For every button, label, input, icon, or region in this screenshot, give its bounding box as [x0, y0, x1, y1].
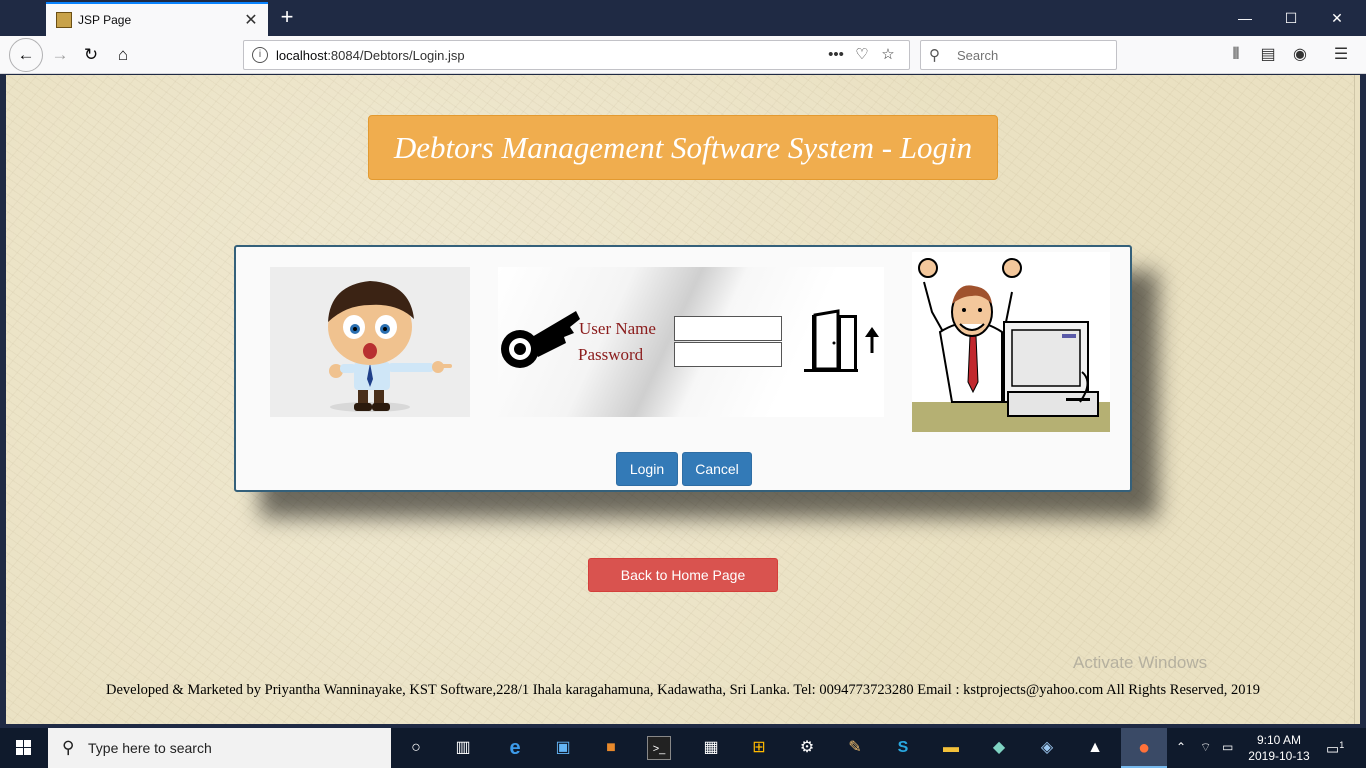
browser-titlebar: JSP Page ✕ + — ☐ ✕ — [0, 0, 1366, 36]
calculator-icon[interactable]: ▦ — [699, 736, 723, 760]
back-arrow-icon[interactable]: ← — [9, 38, 43, 72]
url-text[interactable]: localhost:8084/Debtors/Login.jsp — [276, 48, 465, 63]
footer-text: Developed & Marketed by Priyantha Wannin… — [106, 682, 1260, 698]
system-app-icon[interactable]: ⚙ — [795, 736, 819, 760]
taskbar-search-placeholder: Type here to search — [88, 740, 212, 756]
username-input[interactable] — [674, 316, 782, 341]
page-heading: Debtors Management Software System - Log… — [368, 115, 998, 180]
forward-arrow-icon[interactable]: → — [45, 40, 75, 70]
search-placeholder: Search — [957, 48, 999, 63]
task-view-icon[interactable]: ○ — [404, 736, 428, 760]
reload-icon[interactable]: ↻ — [76, 40, 106, 70]
window-close-button[interactable]: ✕ — [1314, 6, 1360, 30]
windows-taskbar: ⚲ Type here to search ○ ▥ e ▣ ■ >_ ▦ ⊞ ⚙… — [0, 728, 1366, 768]
command-prompt-icon[interactable]: >_ — [647, 736, 671, 760]
bookmark-star-icon[interactable]: ☆ — [875, 45, 901, 63]
cancel-button[interactable]: Cancel — [682, 452, 752, 486]
tab-favicon-icon — [56, 12, 72, 28]
firefox-icon: ● — [1137, 737, 1151, 759]
firefox-taskbar-button[interactable]: ● — [1121, 728, 1167, 768]
login-form-area: User Name Password — [498, 267, 884, 417]
new-tab-button[interactable]: + — [276, 4, 298, 30]
page-scrollbar[interactable] — [1354, 75, 1360, 724]
tab-close-icon[interactable]: ✕ — [242, 10, 260, 30]
minimize-button[interactable]: — — [1222, 6, 1268, 30]
multitask-icon[interactable]: ▥ — [451, 736, 475, 760]
maximize-button[interactable]: ☐ — [1268, 6, 1314, 30]
password-label: Password — [578, 345, 644, 364]
back-to-home-button[interactable]: Back to Home Page — [588, 558, 778, 592]
search-icon: ⚲ — [929, 47, 940, 64]
clock-time: 9:10 AM — [1256, 733, 1302, 747]
start-button[interactable] — [0, 728, 48, 768]
page-actions-icon[interactable]: ••• — [823, 46, 849, 63]
page-title: Debtors Management Software System - Log… — [393, 130, 973, 165]
browser-tab[interactable]: JSP Page ✕ — [46, 2, 268, 36]
login-panel: User Name Password Login Cancel — [234, 245, 1132, 492]
windows-logo-icon — [16, 740, 31, 755]
clock-date: 2019-10-13 — [1248, 749, 1310, 763]
tray-chevron-icon[interactable]: ⌃ — [1176, 740, 1186, 754]
photos-icon[interactable]: ▲ — [1083, 736, 1107, 760]
menu-icon[interactable]: ☰ — [1327, 40, 1355, 70]
3d-viewer-icon[interactable]: ◈ — [1035, 736, 1059, 760]
key-icon — [501, 311, 580, 368]
username-label: User Name — [579, 319, 656, 338]
page-content: Debtors Management Software System - Log… — [6, 75, 1360, 724]
paint-icon[interactable]: ✎ — [843, 736, 867, 760]
notes-app-icon[interactable]: ◆ — [987, 736, 1011, 760]
sidebar-icon[interactable]: ▤ — [1254, 40, 1282, 70]
edge-browser-icon[interactable]: e — [503, 736, 527, 760]
app-box-icon[interactable]: ■ — [599, 736, 623, 760]
tab-title: JSP Page — [78, 13, 132, 27]
password-input[interactable] — [674, 342, 782, 367]
browser-toolbar: ← → ↻ ⌂ i localhost:8084/Debtors/Login.j… — [0, 36, 1366, 74]
home-icon[interactable]: ⌂ — [108, 40, 138, 70]
control-panel-icon[interactable]: ▣ — [551, 736, 575, 760]
cartoon-boy-image — [270, 267, 470, 417]
excited-man-image — [912, 252, 1110, 432]
pocket-icon[interactable]: ♡ — [849, 45, 875, 63]
file-explorer-icon[interactable]: ▬ — [939, 736, 963, 760]
taskbar-search-box[interactable]: ⚲ Type here to search — [48, 728, 391, 768]
search-bar[interactable]: ⚲ Search — [920, 40, 1117, 70]
site-info-icon[interactable]: i — [252, 47, 268, 63]
exit-door-icon — [804, 309, 879, 372]
battery-icon[interactable]: ▭ — [1222, 740, 1233, 754]
activate-windows-watermark: Activate Windows — [1073, 653, 1208, 672]
login-button[interactable]: Login — [616, 452, 678, 486]
system-clock[interactable]: 9:10 AM 2019-10-13 — [1246, 732, 1312, 764]
network-icon[interactable]: ⌔ — [1200, 740, 1211, 755]
address-bar[interactable]: i localhost:8084/Debtors/Login.jsp ••• ♡ ☆ — [243, 40, 910, 70]
skype-icon[interactable]: S — [891, 736, 915, 760]
notification-center-icon[interactable]: ▭1 — [1326, 740, 1344, 758]
store-icon[interactable]: ⊞ — [747, 736, 771, 760]
taskbar-search-icon: ⚲ — [62, 738, 75, 757]
account-icon[interactable]: ◉ — [1286, 40, 1314, 70]
library-icon[interactable]: ⫴ — [1222, 40, 1250, 70]
